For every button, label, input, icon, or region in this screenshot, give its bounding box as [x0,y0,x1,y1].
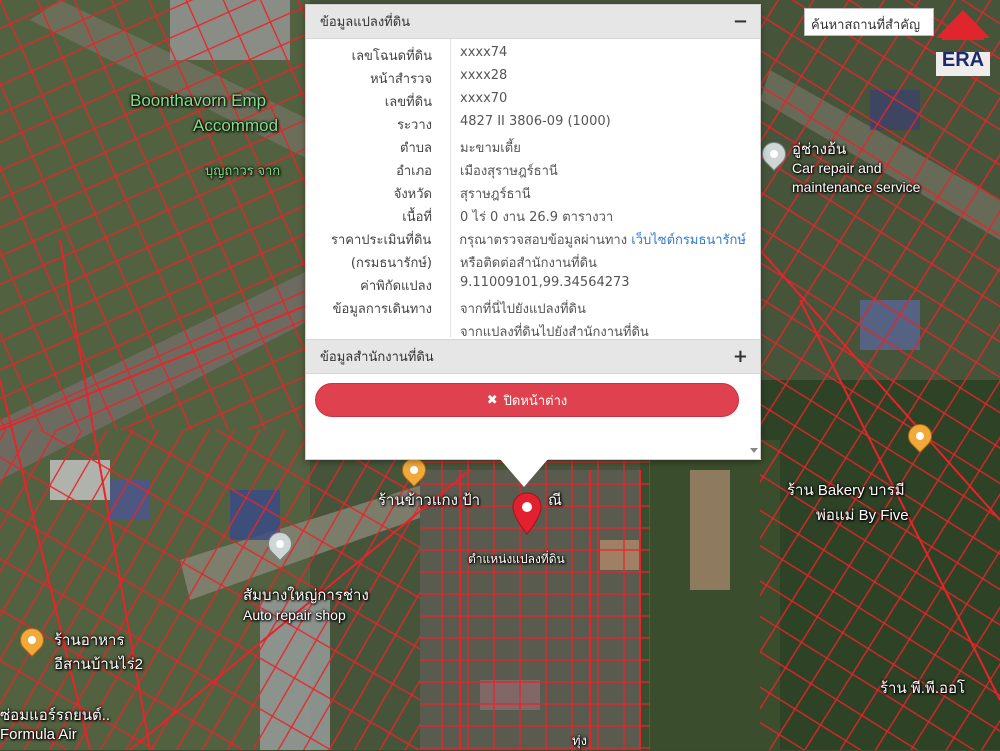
map-label: ร้าน พี.พี.ออโ [880,680,966,697]
coords-row: ค่าพิกัดแปลง 9.11009101,99.34564273 [306,275,746,297]
treasury-website-link[interactable]: เว็บไซต์กรมธนารักษ์ [631,233,746,248]
row-value: สุราษฎร์ธานี [460,187,531,202]
row-value: เมืองสุราษฎร์ธานี [460,164,558,179]
close-icon: ✖ [486,392,498,408]
travel-row-2: จากแปลงที่ดินไปยังสำนักงานที่ดิน [306,321,746,343]
land-office-title: ข้อมูลสำนักงานที่ดิน [320,350,434,365]
row-label: อำเภอ [396,164,432,179]
search-input[interactable]: ค้นหาสถานที่สำคัญ [804,8,934,36]
info-row: ตำบล มะขามเตี้ย [306,137,746,159]
row-value: มะขามเตี้ย [460,141,521,156]
land-office-header[interactable]: ข้อมูลสำนักงานที่ดิน + [306,339,760,374]
close-button-label: ปิดหน้าต่าง [503,393,568,409]
map-label: Boonthavorn Emp [130,91,267,110]
row-label: จังหวัด [393,187,432,202]
map-label: ร้านอาหาร [54,632,125,649]
map-label: อู่ช่างอ้น [792,141,847,158]
row-label: (กรมธนารักษ์) [350,256,432,271]
row-label: ราคาประเมินที่ดิน [330,233,432,248]
parcel-info-title: ข้อมูลแปลงที่ดิน [320,15,411,30]
map-label: บุญถาวร จาก [205,163,281,178]
parcel-info-header[interactable]: ข้อมูลแปลงที่ดิน − [306,5,760,39]
row-label: ระวาง [397,118,432,133]
map-label: Car repair and [792,160,882,176]
row-label: เลขที่ดิน [384,95,432,110]
info-row: อำเภอ เมืองสุราษฎร์ธานี [306,160,746,182]
directions-to-office-link[interactable]: จากแปลงที่ดินไปยังสำนักงานที่ดิน [444,321,649,343]
map-label: สัมบางใหญ่การช่าง [243,587,369,604]
row-value: 0 ไร่ 0 งาน 26.9 ตารางวา [460,210,614,225]
panel-scrollbar[interactable] [746,5,760,459]
row-label: หน้าสำรวจ [370,72,432,87]
map-label: maintenance service [792,179,921,195]
row-label: ตำบล [400,141,432,156]
row-label: เลขโฉนดที่ดิน [351,49,432,64]
map-label: ซ่อมแอร์รถยนต์.. [0,707,111,724]
row-value: กรุณาตรวจสอบข้อมูลผ่านทาง เว็บไซต์กรมธนา… [443,229,746,251]
map-label: ทุ่ง [572,733,587,748]
map-label: Accommod [193,116,279,135]
info-row: หน้าสำรวจ xxxx28 [306,68,746,90]
info-row: เลขโฉนดที่ดิน xxxx74 [306,45,746,67]
travel-row: ข้อมูลการเดินทาง จากที่นี่ไปยังแปลงที่ดิ… [306,298,746,320]
location-pin-icon[interactable] [512,492,542,536]
map-label: ณี [548,492,562,509]
row-value: 4827 II 3806-09 (1000) [460,114,611,129]
logo-text: ERA [941,49,985,71]
map-label: Formula Air [0,726,77,743]
row-label [306,321,444,343]
info-row: จังหวัด สุราษฎร์ธานี [306,183,746,205]
map-label: ร้านข้าวแกง ป้า [378,492,481,509]
price-row-2: (กรมธนารักษ์) หรือติดต่อสำนักงานที่ดิน [306,252,746,274]
parcel-info-panel: ข้อมูลแปลงที่ดิน − เลขโฉนดที่ดิน xxxx74 … [305,4,761,460]
map-label: ร้าน Bakery บารมี [787,482,905,499]
parcel-info-body: เลขโฉนดที่ดิน xxxx74 หน้าสำรวจ xxxx28 เล… [306,39,760,340]
close-window-button[interactable]: ✖ ปิดหน้าต่าง [315,383,739,417]
info-row: เลขที่ดิน xxxx70 [306,91,746,113]
info-row: ระวาง 4827 II 3806-09 (1000) [306,114,746,136]
map-label: อีสานบ้านไร่2 [54,656,143,673]
map-label: Auto repair shop [243,607,346,623]
coords-link[interactable]: 9.11009101,99.34564273 [444,275,630,297]
price-text: กรุณาตรวจสอบข้อมูลผ่านทาง [459,233,628,248]
row-label: เนื้อที่ [402,210,432,225]
popup-pointer [500,459,548,487]
price-row: ราคาประเมินที่ดิน กรุณาตรวจสอบข้อมูลผ่าน… [306,229,746,251]
row-value: xxxx74 [460,45,508,60]
info-row: เนื้อที่ 0 ไร่ 0 งาน 26.9 ตารางวา [306,206,746,228]
row-value: xxxx70 [460,91,508,106]
row-value: xxxx28 [460,68,508,83]
map-label: พ่อแม่ By Five [816,507,909,524]
directions-to-parcel-link[interactable]: จากที่นี่ไปยังแปลงที่ดิน [444,298,586,320]
era-logo: ERA [932,6,994,88]
parcel-position-label: ตำแหน่งแปลงที่ดิน [468,552,565,566]
row-label: ค่าพิกัดแปลง [360,279,432,294]
row-value: หรือติดต่อสำนักงานที่ดิน [460,256,597,271]
scroll-down-arrow-icon[interactable] [750,448,758,453]
house-logo-icon [936,10,990,76]
row-label: ข้อมูลการเดินทาง [332,302,432,317]
